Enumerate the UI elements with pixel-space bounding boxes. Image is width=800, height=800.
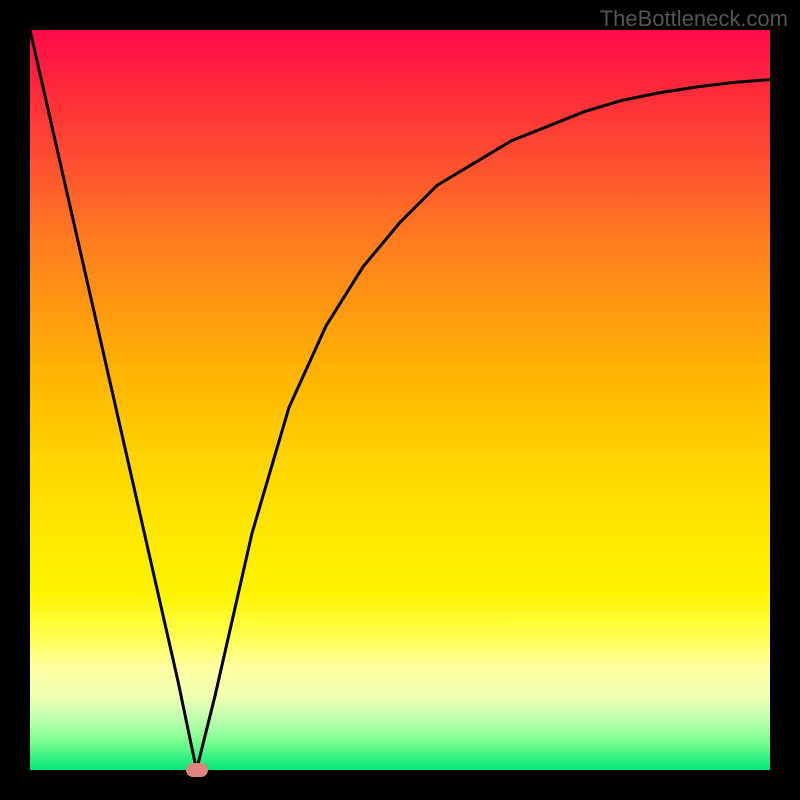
chart-curve-svg <box>30 30 770 770</box>
optimal-marker <box>186 763 208 777</box>
watermark-text: TheBottleneck.com <box>600 6 788 32</box>
chart-plot-area <box>30 30 770 770</box>
bottleneck-curve-path <box>30 30 770 770</box>
